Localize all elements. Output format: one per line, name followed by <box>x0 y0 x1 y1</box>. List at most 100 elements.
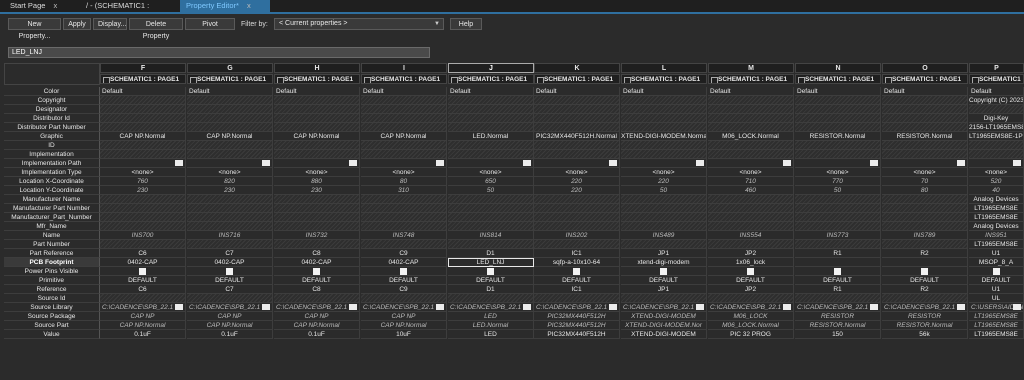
property-cell[interactable] <box>795 123 881 132</box>
property-cell[interactable] <box>708 240 794 249</box>
property-cell[interactable]: C:\CADENCE\SPB_22.1 <box>534 303 620 312</box>
column-letter-m[interactable]: M <box>708 63 794 73</box>
property-cell[interactable] <box>882 267 968 276</box>
property-cell[interactable] <box>187 267 273 276</box>
column-header-k[interactable]: SCHEMATIC1 : PAGE1 <box>534 74 620 84</box>
property-cell[interactable]: 230 <box>100 186 186 195</box>
pivot-button[interactable]: Pivot <box>185 18 235 30</box>
property-cell[interactable]: INS716 <box>187 231 273 240</box>
expand-icon[interactable] <box>798 77 805 83</box>
property-cell[interactable]: <none> <box>795 168 881 177</box>
row-label[interactable]: Mfr_Name <box>4 222 100 231</box>
expand-icon[interactable] <box>277 77 284 83</box>
column-header-o[interactable]: SCHEMATIC1 : PAGE1 <box>882 74 968 84</box>
property-cell[interactable] <box>708 294 794 303</box>
property-cell[interactable] <box>448 141 534 150</box>
property-cell[interactable] <box>795 195 881 204</box>
checkbox[interactable] <box>139 267 146 275</box>
property-cell[interactable] <box>708 222 794 231</box>
property-cell[interactable]: CAP NP.Normal <box>361 321 447 330</box>
browse-icon[interactable] <box>957 160 965 166</box>
property-cell[interactable]: INS748 <box>361 231 447 240</box>
property-cell[interactable]: CAP NP.Normal <box>187 132 273 141</box>
property-cell[interactable] <box>100 159 186 168</box>
property-cell[interactable] <box>361 222 447 231</box>
column-header-n[interactable]: SCHEMATIC1 : PAGE1 <box>795 74 881 84</box>
property-cell[interactable]: CAP NP.Normal <box>274 132 360 141</box>
property-cell[interactable] <box>187 294 273 303</box>
property-cell[interactable] <box>534 96 620 105</box>
property-cell[interactable]: Default <box>187 87 273 96</box>
property-cell[interactable]: CAP NP <box>187 312 273 321</box>
property-cell[interactable] <box>795 294 881 303</box>
property-cell[interactable] <box>187 114 273 123</box>
property-cell[interactable]: RESISTOR.Normal <box>795 321 881 330</box>
property-cell[interactable] <box>361 294 447 303</box>
property-cell[interactable]: 70 <box>882 177 968 186</box>
property-cell[interactable]: sqfp-a-10x10-64 <box>534 258 620 267</box>
property-cell[interactable] <box>361 123 447 132</box>
browse-icon[interactable] <box>696 160 704 166</box>
column-header-f[interactable]: SCHEMATIC1 : PAGE1 <box>100 74 186 84</box>
property-cell[interactable] <box>361 204 447 213</box>
property-cell[interactable] <box>882 204 968 213</box>
property-cell[interactable]: M06_LOCK.Normal <box>708 132 794 141</box>
property-cell[interactable] <box>187 123 273 132</box>
property-cell[interactable] <box>100 222 186 231</box>
property-cell[interactable] <box>534 114 620 123</box>
expand-icon[interactable] <box>103 77 110 83</box>
browse-icon[interactable] <box>1013 304 1021 310</box>
browse-icon[interactable] <box>349 304 357 310</box>
property-cell[interactable]: LED <box>448 312 534 321</box>
property-cell[interactable]: C9 <box>361 249 447 258</box>
property-cell[interactable]: U1 <box>969 249 1024 258</box>
row-label[interactable]: Distributor Id <box>4 114 100 123</box>
property-cell[interactable] <box>100 96 186 105</box>
property-cell[interactable] <box>100 240 186 249</box>
property-cell[interactable]: LT1965EMS8E <box>969 312 1024 321</box>
property-cell[interactable]: RESISTOR <box>795 312 881 321</box>
property-cell[interactable] <box>100 114 186 123</box>
property-cell[interactable] <box>621 141 707 150</box>
browse-icon[interactable] <box>436 160 444 166</box>
expand-icon[interactable] <box>537 77 544 83</box>
property-cell[interactable]: CAP NP.Normal <box>187 321 273 330</box>
property-cell[interactable]: DEFAULT <box>621 276 707 285</box>
property-cell[interactable] <box>708 204 794 213</box>
property-cell[interactable] <box>795 159 881 168</box>
property-cell[interactable] <box>621 294 707 303</box>
column-letter-f[interactable]: F <box>100 63 186 73</box>
property-cell[interactable] <box>795 222 881 231</box>
row-label[interactable]: Primitive <box>4 276 100 285</box>
property-cell[interactable]: 80 <box>361 177 447 186</box>
property-cell[interactable]: 820 <box>187 177 273 186</box>
browse-icon[interactable] <box>523 304 531 310</box>
property-cell[interactable]: PIC 32 PROG <box>708 330 794 339</box>
property-cell[interactable] <box>621 159 707 168</box>
property-cell[interactable]: CAP NP.Normal <box>100 321 186 330</box>
property-cell[interactable]: Analog Devices <box>969 222 1024 231</box>
property-cell[interactable]: RESISTOR <box>882 312 968 321</box>
property-cell[interactable]: C6 <box>100 285 186 294</box>
property-cell[interactable] <box>100 150 186 159</box>
property-cell[interactable]: 230 <box>187 186 273 195</box>
property-cell[interactable]: 150 <box>795 330 881 339</box>
row-label[interactable]: Value <box>4 330 100 339</box>
browse-icon[interactable] <box>957 304 965 310</box>
column-letter-i[interactable]: I <box>361 63 447 73</box>
value-edit-field[interactable]: LED_LNJ <box>8 47 430 58</box>
property-cell[interactable] <box>274 204 360 213</box>
property-cell[interactable] <box>621 213 707 222</box>
property-cell[interactable] <box>361 114 447 123</box>
browse-icon[interactable] <box>436 304 444 310</box>
property-cell[interactable] <box>448 96 534 105</box>
property-cell[interactable] <box>100 213 186 222</box>
property-cell[interactable]: C:\CADENCE\SPB_22.1 <box>448 303 534 312</box>
property-cell[interactable]: R2 <box>882 285 968 294</box>
checkbox[interactable] <box>834 267 841 275</box>
checkbox[interactable] <box>400 267 407 275</box>
property-cell[interactable]: INS951 <box>969 231 1024 240</box>
property-cell[interactable] <box>621 267 707 276</box>
property-cell[interactable]: C:\CADENCE\SPB_22.1 <box>708 303 794 312</box>
checkbox[interactable] <box>660 267 667 275</box>
